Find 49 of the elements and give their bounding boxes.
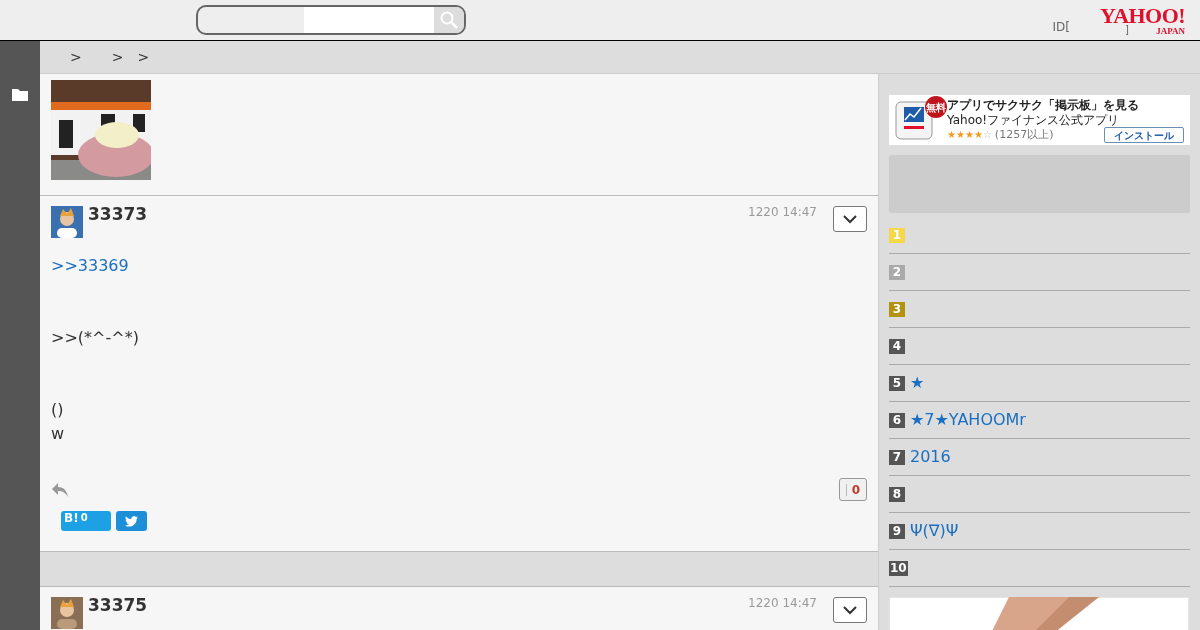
post-number: 33375 [88,597,148,613]
post-time: 1220 14:47 [748,597,817,609]
breadcrumb-separator: > [70,47,82,67]
login-text[interactable]: ID[ [1052,18,1070,36]
ad-title: アプリでサクサク「掲示板」を見る [947,97,1140,113]
ranking-link[interactable]: ★7★YAHOOMr [910,408,1026,432]
ranking-link[interactable]: 2016 [910,445,951,469]
rank-badge: 9 [889,523,905,539]
ad-subtitle: Yahoo!ファイナンス公式アプリ [947,112,1121,127]
bird-icon [125,515,138,527]
rank-badge: 5 [889,375,905,391]
twitter-button[interactable] [116,511,147,531]
post-time: 1220 14:47 [748,206,817,218]
post-text: w [51,423,65,445]
post-text: >>(*^-^*) [51,327,139,349]
star-icon: ★ [973,129,983,140]
free-badge: 無料 [925,96,947,118]
install-button[interactable]: インストール [1104,126,1184,143]
rank-badge: 3 [889,301,905,317]
breadcrumb-separator: > [111,47,124,67]
post-text: () [51,399,64,421]
ranking-link[interactable]: Ψ(∇)Ψ [910,519,959,543]
rank-badge: 7 [889,449,905,465]
star-icon: ★ [964,129,974,140]
folder-icon[interactable] [12,88,28,101]
star-icon: ★ [955,129,965,140]
review-count: (1257以上) [994,127,1054,142]
chevron-down-icon [843,605,857,615]
rank-badge: 2 [889,264,905,280]
rank-badge: 10 [889,560,908,576]
rank-badge: 6 [889,412,905,428]
rank-badge: 4 [889,338,905,354]
rank-badge: 8 [889,486,905,502]
post-number: 33373 [88,206,148,222]
star-icon: ☆ [982,129,992,140]
dropdown-button[interactable] [833,206,867,232]
like-button[interactable]: 0 [838,478,867,501]
ranking-link[interactable]: ★ [910,371,925,395]
login-text: ] [1124,24,1129,35]
star-icon: ★ [947,129,956,140]
bookmark-button[interactable]: B! 0 [61,511,111,531]
dropdown-button[interactable] [833,597,867,623]
reply-icon[interactable] [51,481,69,498]
search-field[interactable] [196,5,466,35]
breadcrumb-separator: > [137,47,150,67]
rank-badge: 1 [889,227,905,243]
reply-link[interactable]: >>33369 [51,254,129,278]
chevron-down-icon [843,214,857,224]
logo-subtitle: JAPAN [1156,26,1185,36]
